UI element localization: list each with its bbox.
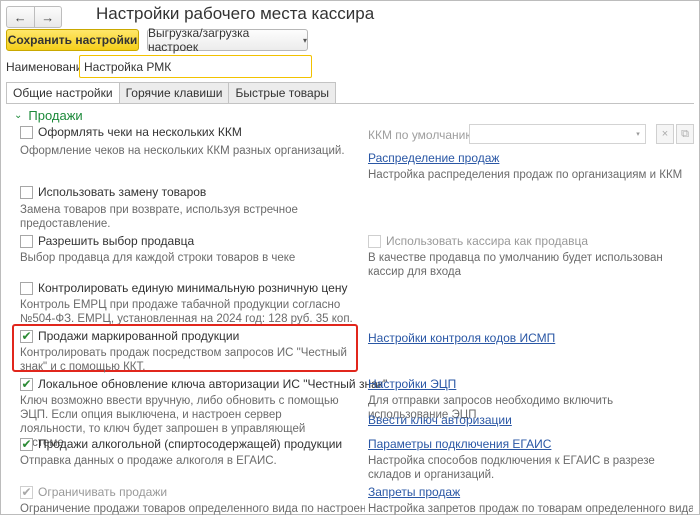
save-settings-label: Сохранить настройки [7,33,138,47]
setting-label: Разрешить выбор продавца [38,234,195,248]
clear-button: × [656,124,674,144]
tab-general-settings[interactable]: Общие настройки [6,82,120,104]
navigation-buttons: ← → [6,6,62,28]
checkbox[interactable] [20,185,33,199]
link-description: Настройка распределения продаж по органи… [368,169,683,181]
arrow-left-icon: ← [13,9,27,25]
tab-divider [6,103,694,104]
checkmark-icon[interactable]: ✔ [20,437,33,451]
export-import-label: Выгрузка/загрузка настроек [148,26,250,54]
setting-description: Ограничение продажи товаров определенног… [20,503,365,515]
setting-label: Использовать замену товаров [38,185,207,199]
checkmark-icon: ✔ [20,484,33,499]
back-button[interactable]: ← [7,7,34,27]
setting-replace-goods[interactable]: Использовать замену товаров [20,185,206,199]
default-kkm-label: ККМ по умолчанию: [368,128,478,142]
checkbox[interactable] [20,234,33,248]
setting-description: Оформление чеков на нескольких ККМ разны… [20,145,345,157]
link-description: Настройка запретов продаж по товарам опр… [368,503,693,515]
setting-label: Использовать кассира как продавца [386,234,589,248]
setting-alcohol-sales[interactable]: ✔ Продажи алкогольной (спиртосодержащей)… [20,437,342,451]
checkbox [368,234,381,248]
arrow-right-icon: → [41,9,55,25]
save-settings-button[interactable]: Сохранить настройки [6,29,139,51]
forward-button[interactable]: → [33,7,62,27]
setting-description: В качестве продавца по умолчанию будет и… [368,252,663,278]
close-icon: × [661,128,669,140]
setting-description: Контроль ЕМРЦ при продаже табачной проду… [20,299,353,325]
setting-label: Ограничивать продажи [38,485,168,499]
setting-control-emrc[interactable]: Контролировать единую минимальную рознич… [20,281,347,295]
setting-description: Контролировать продаж посредством запрос… [20,347,347,373]
link-ismp-control[interactable]: Настройки контроля кодов ИСМП [368,331,555,345]
link-description: Настройка способов подключения к ЕГАИС в… [368,455,655,481]
tab-hotkeys[interactable]: Горячие клавиши [119,82,230,103]
setting-label: Оформлять чеки на нескольких ККМ [38,125,242,139]
link-enter-auth-key[interactable]: Ввести ключ авторизации [368,413,512,427]
setting-cashier-as-seller: Использовать кассира как продавца [368,234,588,248]
setting-label: Контролировать единую минимальную рознич… [38,281,348,295]
link-egais-connection[interactable]: Параметры подключения ЕГАИС [368,437,551,451]
window-title: Настройки рабочего места кассира [96,4,375,23]
setting-marked-goods[interactable]: ✔ Продажи маркированной продукции [20,329,239,343]
setting-label: Продажи маркированной продукции [38,329,240,343]
setting-description: Отправка данных о продаже алкоголя в ЕГА… [20,455,277,467]
name-input[interactable] [79,55,312,78]
link-eds-settings[interactable]: Настройки ЭЦП [368,377,456,391]
setting-label: Локальное обновление ключа авторизации И… [38,377,388,391]
setting-description: Замена товаров при возврате, используя в… [20,204,298,230]
open-icon: ⧉ [681,127,689,140]
setting-label: Продажи алкогольной (спиртосодержащей) п… [38,437,343,451]
setting-restrict-sales: ✔ Ограничивать продажи [20,485,167,499]
default-kkm-select: ▾ [469,124,646,144]
chevron-down-icon: ⌄ [14,110,23,121]
export-import-button[interactable]: Выгрузка/загрузка настроек ▾ [147,26,308,54]
checkbox[interactable] [20,281,33,295]
checkmark-icon[interactable]: ✔ [20,377,33,391]
chevron-down-icon: ▾ [302,35,307,45]
group-sales-toggle[interactable]: ⌄ Продажи [14,108,83,123]
setting-multiple-kkm[interactable]: Оформлять чеки на нескольких ККМ [20,125,242,139]
group-sales-title: Продажи [28,108,83,123]
checkbox[interactable] [20,125,33,139]
tab-quick-goods[interactable]: Быстрые товары [229,82,336,103]
setting-select-seller[interactable]: Разрешить выбор продавца [20,234,194,248]
link-sales-distribution[interactable]: Распределение продаж [368,151,499,165]
setting-description: Выбор продавца для каждой строки товаров… [20,252,296,264]
open-button: ⧉ [676,124,694,144]
chevron-down-icon: ▾ [636,131,640,138]
tab-bar: Общие настройки Горячие клавиши Быстрые … [6,82,336,104]
link-sales-bans[interactable]: Запреты продаж [368,485,460,499]
checkmark-icon[interactable]: ✔ [20,329,33,343]
setting-local-key-update[interactable]: ✔ Локальное обновление ключа авторизации… [20,377,387,391]
